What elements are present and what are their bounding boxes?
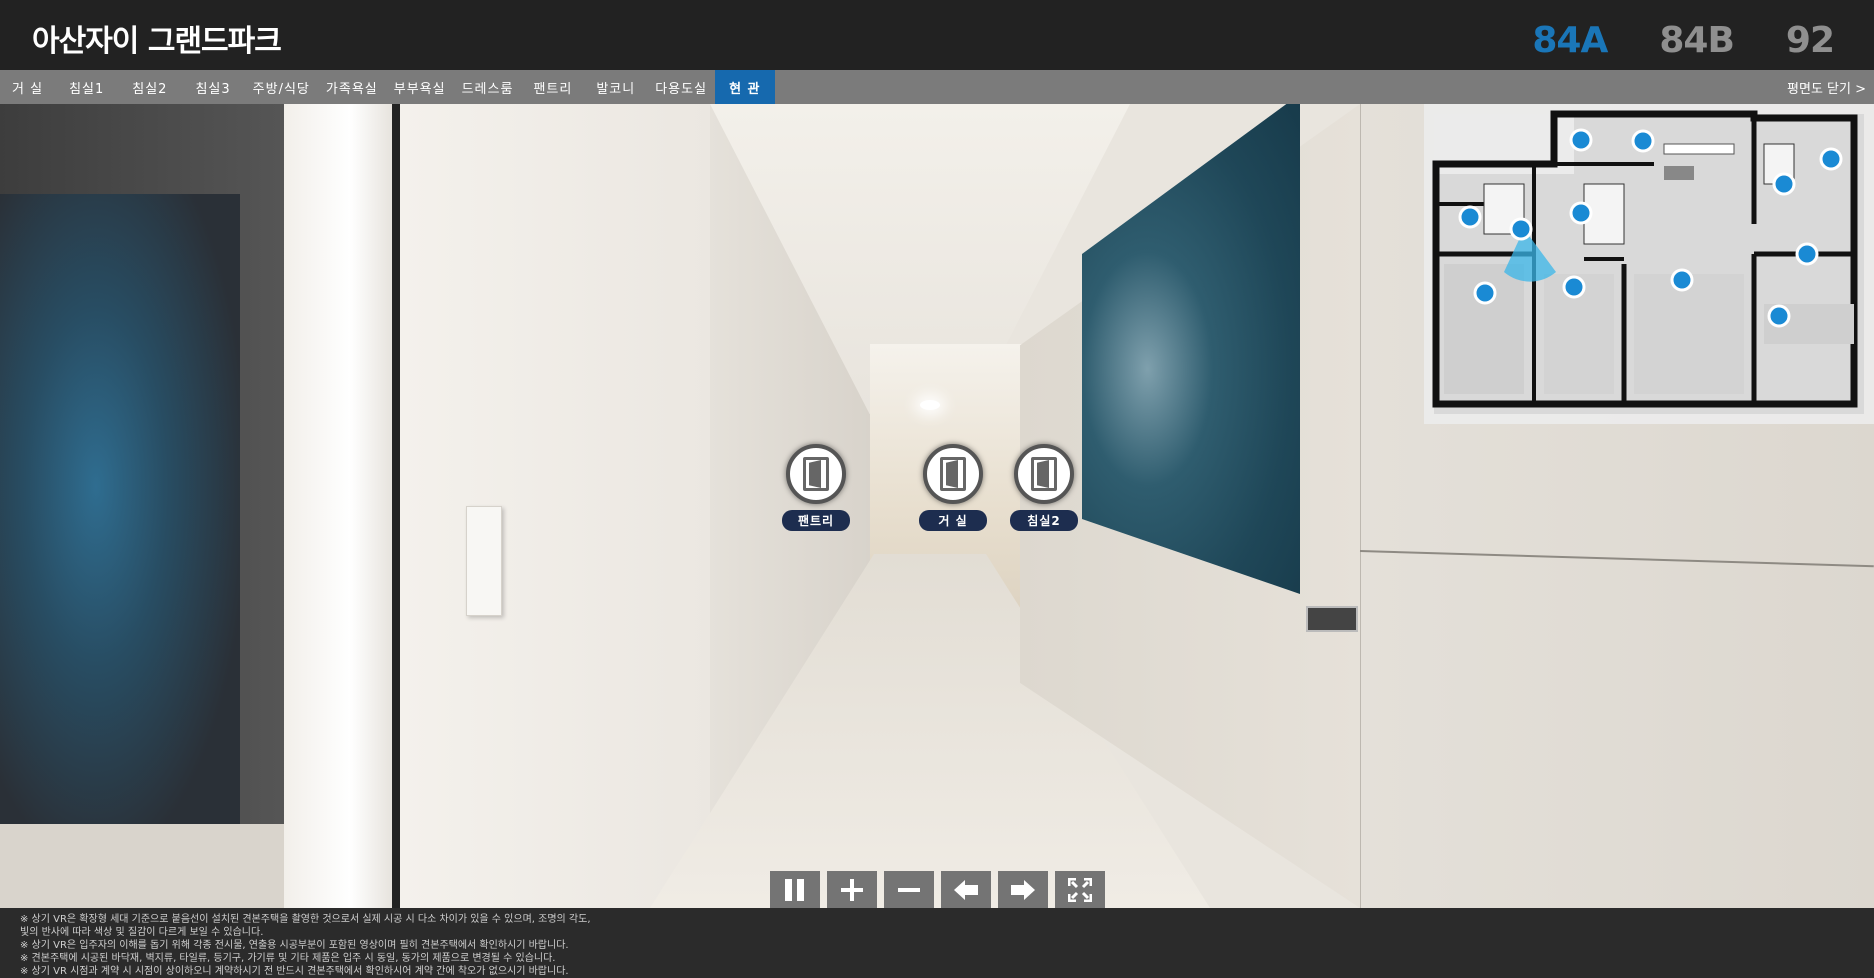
hotspot-circle <box>923 444 983 504</box>
glass-door <box>0 194 240 844</box>
room-tab-bedroom2[interactable]: 침실2 <box>118 70 181 104</box>
hotspot-living[interactable]: 거 실 <box>913 444 993 531</box>
location-marker <box>1819 147 1843 171</box>
location-marker <box>1473 281 1497 305</box>
disclaimer-footer: ※ 상기 VR은 확장형 세대 기준으로 붙음선이 설치된 견본주택을 촬영한 … <box>0 908 1874 978</box>
wall-painting <box>1082 104 1300 594</box>
location-marker <box>1569 128 1593 152</box>
unit-tabs: 84A 84B 92 <box>1532 20 1835 61</box>
zoom-out-button[interactable] <box>884 871 934 908</box>
rotate-right-button[interactable] <box>998 871 1048 908</box>
door-frame <box>284 104 394 908</box>
unit-tab-84b[interactable]: 84B <box>1659 20 1735 61</box>
ceiling-light <box>920 400 940 410</box>
room-tab-bedroom3[interactable]: 침실3 <box>181 70 244 104</box>
room-tab-dressroom[interactable]: 드레스룸 <box>454 70 522 104</box>
wall-switch <box>466 506 502 616</box>
room-tab-balcony[interactable]: 발코니 <box>584 70 647 104</box>
plus-icon <box>841 878 863 901</box>
door-icon <box>940 457 966 491</box>
location-marker <box>1569 201 1593 225</box>
room-nav: 거 실 침실1 침실2 침실3 주방/식당 가족욕실 부부욕실 드레스룸 팬트리… <box>0 70 1874 104</box>
pause-icon <box>785 878 804 901</box>
disclaimer-line: 빛의 반사에 따라 색상 및 질감이 다르게 보일 수 있습니다. <box>20 927 264 938</box>
hotspot-label: 팬트리 <box>782 510 850 531</box>
door-icon <box>1031 457 1057 491</box>
location-marker <box>1562 275 1586 299</box>
hotspot-label: 거 실 <box>919 510 987 531</box>
location-marker <box>1767 304 1791 328</box>
room-tab-bedroom1[interactable]: 침실1 <box>55 70 118 104</box>
location-marker <box>1772 172 1796 196</box>
control-bar <box>770 871 1105 908</box>
floorplan-minimap[interactable] <box>1424 104 1874 424</box>
site-title: 아산자이 그랜드파크 <box>32 24 282 59</box>
unit-tab-84a[interactable]: 84A <box>1532 20 1608 61</box>
floorplan-drawing <box>1432 110 1864 414</box>
room-tab-utility[interactable]: 다용도실 <box>647 70 715 104</box>
room-tab-entrance[interactable]: 현 관 <box>715 70 775 104</box>
hotspot-label: 침실2 <box>1010 510 1078 531</box>
header: 아산자이 그랜드파크 84A 84B 92 <box>0 0 1874 70</box>
fullscreen-icon <box>1068 877 1092 902</box>
location-marker <box>1631 129 1655 153</box>
hotspot-bedroom2[interactable]: 침실2 <box>1004 444 1084 531</box>
rotate-left-button[interactable] <box>941 871 991 908</box>
location-marker <box>1509 217 1533 241</box>
disclaimer-line: ※ 상기 VR은 입주자의 이해를 돕기 위해 각종 전시물, 연출용 시공부분… <box>20 940 569 951</box>
location-marker <box>1795 242 1819 266</box>
room-tab-pantry[interactable]: 팬트리 <box>521 70 584 104</box>
room-tab-master-bath[interactable]: 부부욕실 <box>386 70 454 104</box>
door-icon <box>803 457 829 491</box>
fullscreen-button[interactable] <box>1055 871 1105 908</box>
disclaimer-line: ※ 상기 VR 시점과 계약 시 시점이 상이하오니 계약하시기 전 반드시 견… <box>20 966 569 977</box>
corridor-left-wall <box>400 104 710 908</box>
disclaimer-line: ※ 상기 VR은 확장형 세대 기준으로 붙음선이 설치된 견본주택을 촬영한 … <box>20 914 591 925</box>
arrow-right-icon <box>1011 879 1035 900</box>
room-tab-living[interactable]: 거 실 <box>0 70 55 104</box>
disclaimer-line: ※ 견본주택에 시공된 바닥재, 벽지류, 타일류, 등기구, 가기류 및 기타… <box>20 953 556 964</box>
close-floorplan-button[interactable]: 평면도 닫기 > <box>1787 70 1866 104</box>
location-marker <box>1670 268 1694 292</box>
zoom-in-button[interactable] <box>827 871 877 908</box>
room-tab-kitchen[interactable]: 주방/식당 <box>245 70 318 104</box>
unit-tab-92[interactable]: 92 <box>1786 20 1835 61</box>
arrow-left-icon <box>954 879 978 900</box>
door-edge <box>392 104 400 908</box>
minus-icon <box>898 887 920 892</box>
room-tab-family-bath[interactable]: 가족욕실 <box>318 70 386 104</box>
pause-button[interactable] <box>770 871 820 908</box>
location-marker <box>1458 205 1482 229</box>
hotspot-circle <box>1014 444 1074 504</box>
left-floor <box>0 824 290 908</box>
wall-joint <box>1360 104 1361 908</box>
name-plate <box>1306 606 1358 632</box>
hotspot-circle <box>786 444 846 504</box>
hotspot-pantry[interactable]: 팬트리 <box>776 444 856 531</box>
